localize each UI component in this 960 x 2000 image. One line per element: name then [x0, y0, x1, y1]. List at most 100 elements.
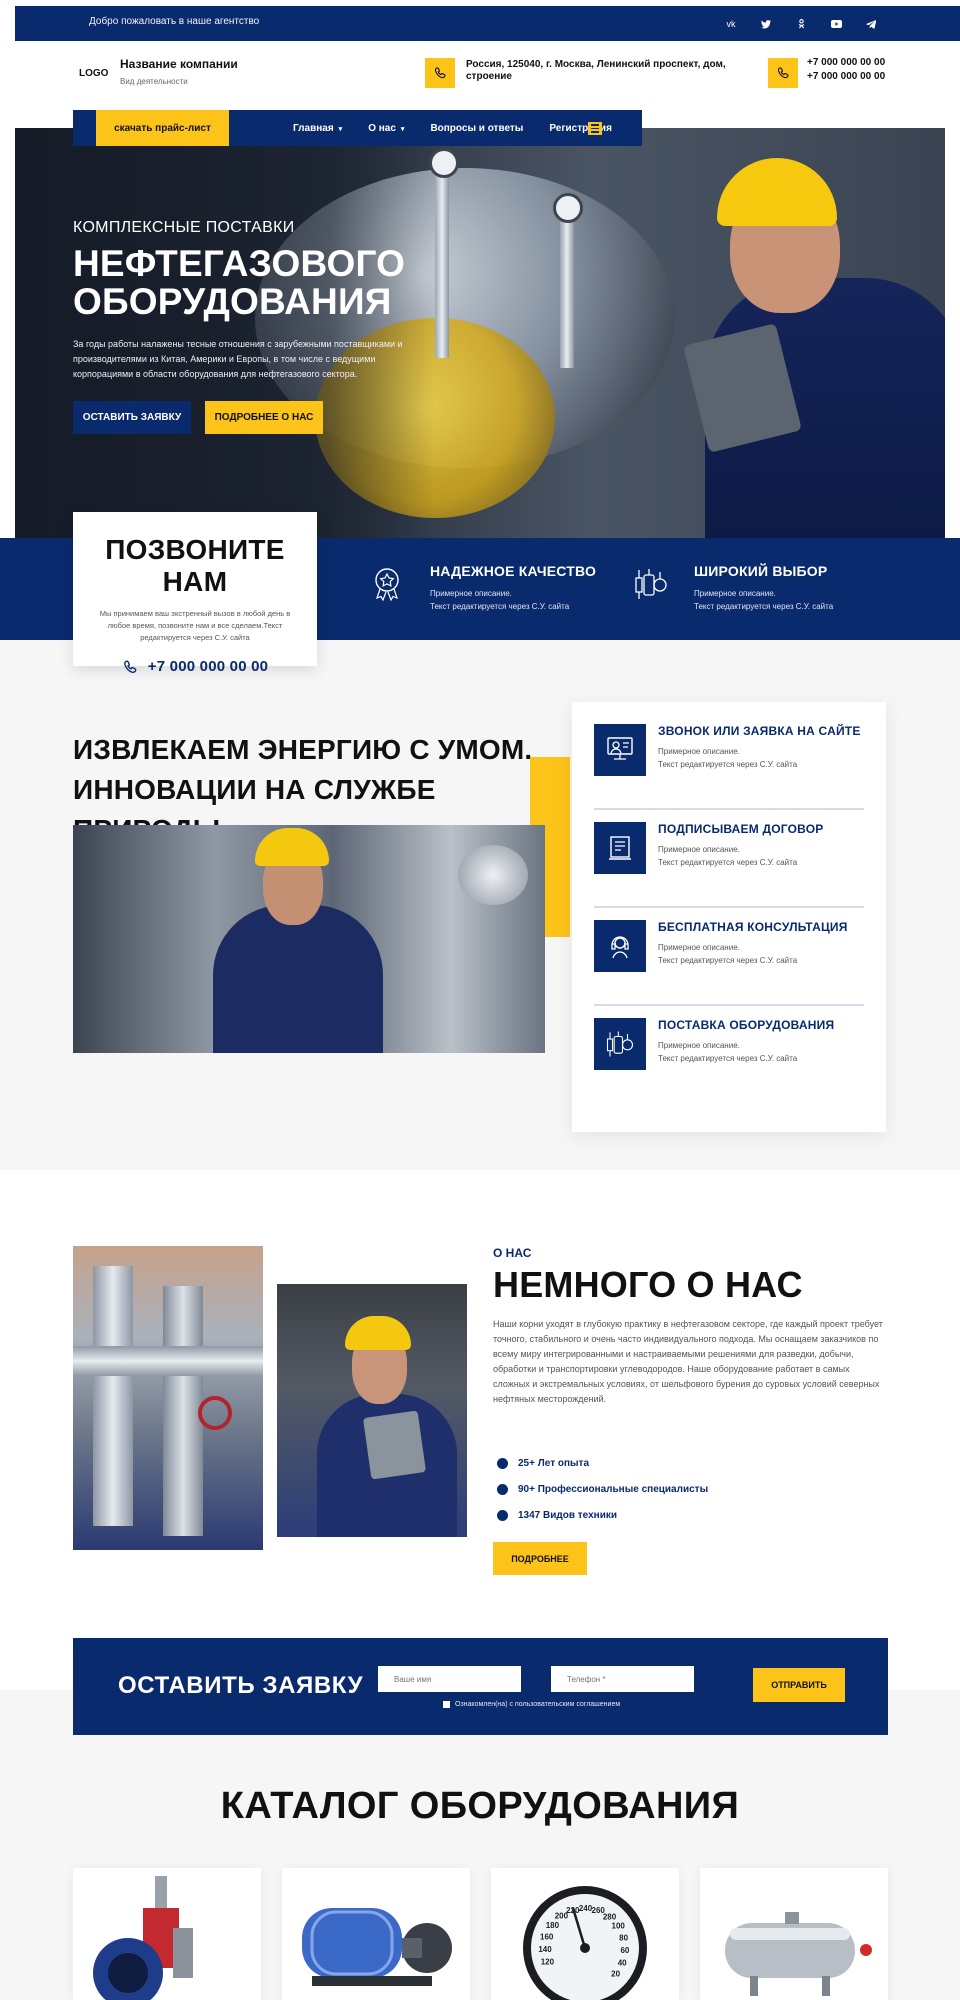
hero-gauge	[553, 193, 583, 223]
feature-text-line: Примерное описание.	[430, 589, 512, 598]
apply-button[interactable]: ОСТАВИТЬ ЗАЯВКУ	[73, 401, 191, 434]
step-text: Примерное описание. Текст редактируется ч…	[658, 843, 868, 869]
phone-icon	[768, 58, 798, 88]
contract-icon	[594, 822, 646, 874]
phone-numbers: +7 000 000 00 00 +7 000 000 00 00	[807, 56, 885, 84]
vk-icon[interactable]: vk	[722, 15, 740, 33]
nav-item-home[interactable]: Главная ▾	[293, 123, 342, 134]
menu-icon[interactable]	[588, 122, 602, 135]
phone-number-1[interactable]: +7 000 000 00 00	[807, 56, 885, 70]
step-title: ПОСТАВКА ОБОРУДОВАНИЯ	[658, 1018, 835, 1032]
youtube-icon[interactable]	[827, 15, 845, 33]
list-item: 25+ Лет опыта	[497, 1450, 708, 1476]
divider	[594, 906, 864, 908]
about-kicker: О НАС	[493, 1246, 532, 1260]
telegram-icon[interactable]	[862, 15, 880, 33]
twitter-icon[interactable]	[757, 15, 775, 33]
step-text: Примерное описание. Текст редактируется ч…	[658, 745, 868, 771]
send-button[interactable]: ОТПРАВИТЬ	[753, 1668, 845, 1702]
process-section: ИЗВЛЕКАЕМ ЭНЕРГИЮ С УМОМ. ИННОВАЦИИ НА С…	[0, 640, 960, 1170]
feature-title: НАДЕЖНОЕ КАЧЕСТВО	[430, 563, 597, 579]
about-title: НЕМНОГО О НАС	[493, 1264, 803, 1305]
headset-icon	[594, 920, 646, 972]
pipes-photo-pipe	[163, 1286, 203, 1536]
gauge-label: 80	[619, 1933, 628, 1942]
worker-photo-body	[213, 905, 383, 1053]
consent-checkbox[interactable]: Ознакомлен(на) с пользовательским соглаш…	[443, 1701, 620, 1708]
list-item-label: 90+ Профессиональные специалисты	[518, 1483, 709, 1495]
phone-number-2[interactable]: +7 000 000 00 00	[807, 70, 885, 84]
step-text-line: Примерное описание.	[658, 1041, 740, 1050]
gauge-label: 60	[620, 1946, 629, 1955]
feature-title: ШИРОКИЙ ВЫБОР	[694, 563, 828, 579]
odnoklassniki-icon[interactable]	[792, 15, 810, 33]
checkbox-icon[interactable]	[443, 1701, 450, 1708]
nav-item-faq[interactable]: Вопросы и ответы	[430, 123, 523, 134]
hero-worker-helmet	[717, 158, 837, 226]
welcome-text: Добро пожаловать в наше агентство	[89, 16, 260, 27]
product-card-valve[interactable]	[73, 1868, 261, 2000]
logo[interactable]: LOGO	[79, 68, 108, 79]
worker-tablet-photo-helmet	[345, 1316, 411, 1350]
feature-text-line: Текст редактируется через С.У. сайта	[694, 602, 834, 611]
gauge-label: 180	[546, 1921, 560, 1930]
process-title-line: ИЗВЛЕКАЕМ ЭНЕРГИЮ С УМОМ.	[73, 734, 533, 765]
product-card-motor[interactable]	[282, 1868, 470, 2000]
gauge-label: 280	[603, 1912, 617, 1921]
gauge-label: 20	[611, 1970, 620, 1979]
name-input[interactable]	[378, 1666, 521, 1692]
company-name: Название компании	[120, 57, 238, 71]
award-icon	[370, 566, 404, 602]
tank-image	[725, 1912, 872, 1996]
product-card-gauge[interactable]: 120 140 160 180 200 220 240 260 280 100 80 60 40 20	[491, 1868, 679, 2000]
step-text-line: Примерное описание.	[658, 943, 740, 952]
step-text: Примерное описание. Текст редактируется ч…	[658, 941, 868, 967]
catalog-title: КАТАЛОГ ОБОРУДОВАНИЯ	[220, 1785, 740, 1827]
gauge-label: 40	[618, 1959, 627, 1968]
feature-text-line: Примерное описание.	[694, 589, 776, 598]
step-text-line: Примерное описание.	[658, 747, 740, 756]
feature-text-line: Текст редактируется через С.У. сайта	[430, 602, 570, 611]
pressure-gauge-image: 120140160180200220 240 26028010080604020	[523, 1886, 647, 2000]
about-stats-list: 25+ Лет опыта 90+ Профессиональные специ…	[497, 1450, 708, 1528]
feature-quality: НАДЕЖНОЕ КАЧЕСТВО Примерное описание. Те…	[375, 563, 610, 613]
main-nav: скачать прайс-лист Главная ▾ О нас ▾ Вопро…	[73, 110, 642, 146]
about-more-button[interactable]: ПОДРОБНЕЕ О НАС	[205, 401, 323, 434]
about-more-button[interactable]: ПОДРОБНЕЕ	[493, 1542, 587, 1575]
step-title: БЕСПЛАТНАЯ КОНСУЛЬТАЦИЯ	[658, 920, 848, 934]
bullet-icon	[497, 1457, 508, 1469]
call-us-card: ПОЗВОНИТЕ НАМ Мы принимаем ваш экстренны…	[73, 512, 317, 675]
request-form: ОСТАВИТЬ ЗАЯВКУ Ознакомлен(на) с пользов…	[73, 1638, 888, 1735]
phone-icon	[122, 659, 138, 675]
motor-image	[302, 1908, 452, 1986]
hero-overlay	[15, 128, 435, 538]
list-item-label: 1347 Видов техники	[518, 1509, 618, 1521]
step-text-line: Текст редактируется через С.У. сайта	[658, 760, 798, 769]
gauge-label: 120	[541, 1958, 555, 1967]
hero-pipe	[435, 158, 449, 358]
download-price-button[interactable]: скачать прайс-лист	[96, 110, 229, 146]
nav-item-register[interactable]: Регистрация	[549, 123, 612, 134]
list-item: 90+ Профессиональные специалисты	[497, 1476, 708, 1502]
pipes-photo-valve	[198, 1396, 232, 1430]
pipes-photo-pipe	[73, 1346, 263, 1376]
call-us-phone[interactable]: +7 000 000 00 00	[73, 658, 317, 675]
bullet-icon	[497, 1509, 508, 1521]
hero-kicker: КОМПЛЕКСНЫЕ ПОСТАВКИ	[73, 219, 295, 236]
nav-item-about[interactable]: О нас ▾	[368, 123, 404, 134]
about-description: Наши корни уходят в глубокую практику в …	[493, 1319, 883, 1404]
step-text-line: Текст редактируется через С.У. сайта	[658, 1054, 798, 1063]
list-item: 1347 Видов техники	[497, 1502, 708, 1528]
worker-tablet-photo-tablet	[362, 1410, 427, 1480]
gauge-label: 160	[540, 1932, 554, 1941]
gauge-label: 100	[612, 1922, 626, 1931]
consent-label: Ознакомлен(на) с пользовательским соглаш…	[455, 1701, 621, 1708]
phone-input[interactable]	[551, 1666, 694, 1692]
company-block: Название компании Вид деятельности	[120, 57, 238, 86]
valve-image	[93, 1876, 193, 2000]
company-activity: Вид деятельности	[120, 77, 188, 86]
request-title: ОСТАВИТЬ ЗАЯВКУ	[118, 1672, 364, 1699]
address-text: Россия, 125040, г. Москва, Ленинский про…	[466, 59, 726, 82]
product-card-tank[interactable]	[700, 1868, 888, 2000]
chevron-down-icon: ▾	[400, 125, 405, 133]
